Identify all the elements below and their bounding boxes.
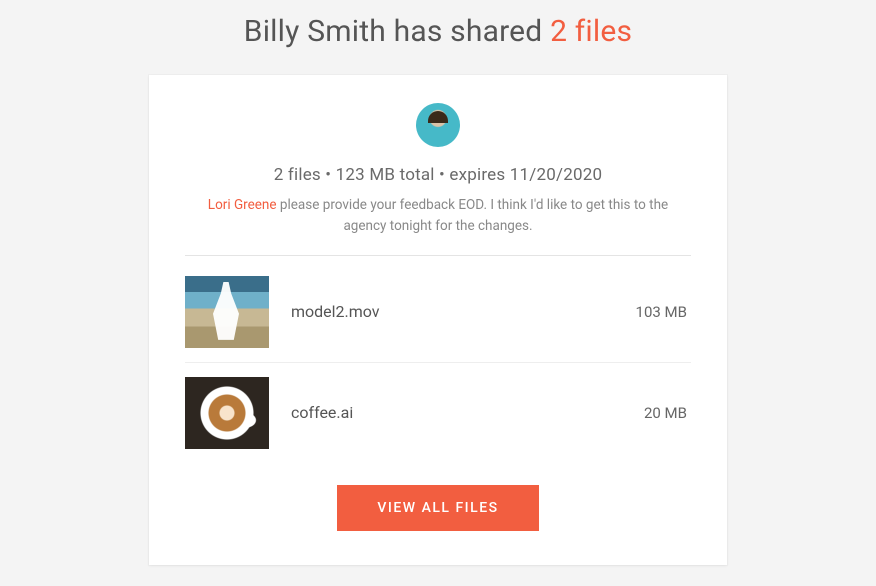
avatar [416,103,460,147]
view-all-files-button[interactable]: VIEW ALL FILES [337,485,538,531]
file-row[interactable]: model2.mov 103 MB [185,262,691,363]
mention[interactable]: Lori Greene [208,197,277,213]
page-title-prefix: Billy Smith has shared [244,14,550,49]
divider [185,255,691,256]
avatar-wrap [185,103,691,151]
message-text: please provide your feedback EOD. I thin… [277,197,669,234]
file-name: model2.mov [291,302,636,321]
share-summary: 2 files • 123 MB total • expires 11/20/2… [185,165,691,185]
summary-file-count: 2 files [274,165,321,185]
share-card: 2 files • 123 MB total • expires 11/20/2… [149,75,727,565]
summary-sep: • [321,165,336,185]
page-title-accent: 2 files [550,14,632,49]
file-thumbnail[interactable] [185,276,269,348]
file-list: model2.mov 103 MB coffee.ai 20 MB [185,262,691,463]
file-thumbnail[interactable] [185,377,269,449]
summary-expires: expires 11/20/2020 [449,165,602,185]
share-message: Lori Greene please provide your feedback… [185,195,691,237]
cta-wrap: VIEW ALL FILES [185,485,691,531]
file-name: coffee.ai [291,403,644,422]
file-row[interactable]: coffee.ai 20 MB [185,363,691,463]
file-size: 20 MB [644,404,691,422]
summary-total-size: 123 MB total [336,165,435,185]
summary-sep: • [435,165,450,185]
page-title: Billy Smith has shared 2 files [0,0,876,75]
file-size: 103 MB [636,303,691,321]
